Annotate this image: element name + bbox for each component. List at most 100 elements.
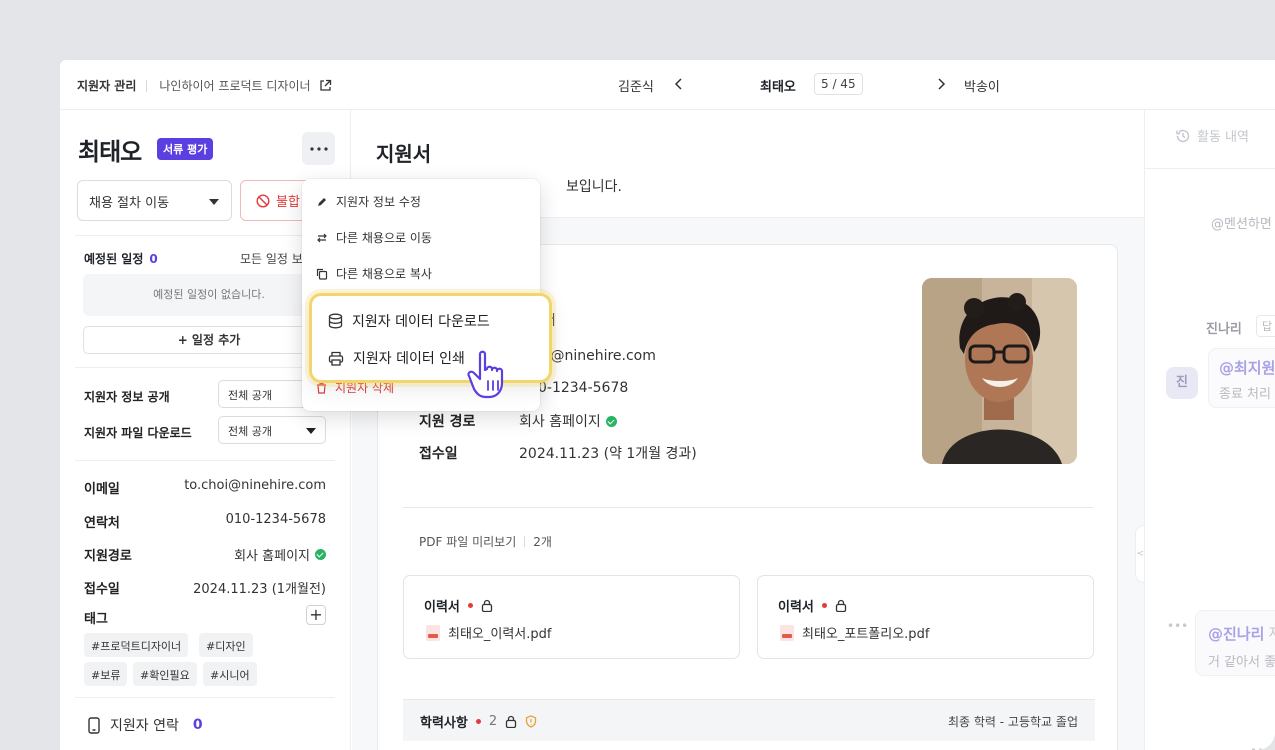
breadcrumb-separator bbox=[146, 79, 148, 92]
hand-pointer-icon bbox=[467, 350, 504, 399]
next-applicant-name[interactable]: 박송이 bbox=[964, 76, 1000, 95]
education-title-text: 학력사항 bbox=[420, 716, 468, 731]
required-dot bbox=[475, 719, 481, 724]
received-date-text: 2024.11.23 (1개월전) bbox=[193, 582, 326, 597]
comment-text: 거 같아서 좋 bbox=[1208, 655, 1275, 670]
verified-check-icon bbox=[605, 415, 617, 427]
activity-tab[interactable]: 활동 내역 bbox=[1175, 126, 1249, 145]
tag[interactable]: #디자인 bbox=[199, 633, 253, 657]
avatar: 진 bbox=[1166, 367, 1198, 399]
screenshot-frame: 지원자 관리 나인하이어 프로덕트 디자이너 김준식 최태오 5 / 45 박송… bbox=[0, 0, 1275, 750]
tag[interactable]: #시니어 bbox=[203, 662, 257, 686]
add-schedule-button[interactable]: + 일정 추가 bbox=[83, 326, 335, 354]
menu-item-label: 다른 채용으로 이동 bbox=[336, 231, 432, 245]
database-icon bbox=[328, 313, 343, 329]
education-title: 학력사항 2 bbox=[420, 712, 537, 731]
email-label: 이메일 bbox=[84, 482, 120, 497]
source-label: 지원경로 bbox=[84, 549, 132, 564]
reply-badge[interactable]: 답 bbox=[1256, 315, 1275, 337]
external-link-icon[interactable] bbox=[319, 79, 332, 92]
divider bbox=[75, 367, 335, 368]
shield-warning-icon bbox=[525, 715, 537, 728]
pdf-preview-header: PDF 파일 미리보기 2개 bbox=[419, 533, 552, 550]
top-bar: 지원자 관리 나인하이어 프로덕트 디자이너 김준식 최태오 5 / 45 박송… bbox=[60, 60, 1275, 110]
phone-label: 연락처 bbox=[84, 516, 120, 531]
menu-item-label: 다른 채용으로 복사 bbox=[336, 267, 432, 281]
activity-title: 활동 내역 bbox=[1197, 130, 1249, 145]
schedule-title-text: 예정된 일정 bbox=[84, 252, 144, 266]
pdf-file-card[interactable]: 이력서 최태오_포트폴리오.pdf bbox=[757, 575, 1094, 659]
more-horizontal-icon[interactable]: ••• bbox=[1250, 744, 1271, 750]
menu-item-print-data[interactable]: 지원자 데이터 인쇄 bbox=[328, 348, 465, 368]
pdf-card-title: 이력서 bbox=[424, 596, 493, 615]
email-value: to.choi@ninehire.com bbox=[184, 478, 326, 493]
move-stage-label: 채용 절차 이동 bbox=[89, 196, 170, 211]
profile-date-value: 2024.11.23 (약 1개월 경과) bbox=[519, 446, 697, 462]
info-visibility-label: 지원자 정보 공개 bbox=[84, 390, 170, 404]
pdf-file-icon bbox=[780, 624, 794, 641]
menu-item-label: 지원자 데이터 다운로드 bbox=[352, 314, 490, 330]
schedule-empty-state: 예정된 일정이 없습니다. bbox=[83, 274, 335, 316]
chevron-right-icon[interactable] bbox=[934, 77, 948, 91]
lock-icon bbox=[505, 715, 517, 728]
pencil-icon bbox=[318, 197, 326, 206]
contact-applicant-row[interactable]: 지원자 연락 0 bbox=[88, 715, 203, 735]
phone-text: 010-1234-5678 bbox=[225, 512, 326, 527]
chevron-left-icon[interactable] bbox=[672, 77, 686, 91]
received-date-value: 2024.11.23 (1개월전) bbox=[193, 578, 326, 597]
pdf-file-card[interactable]: 이력서 최태오_이력서.pdf bbox=[403, 575, 740, 659]
separator bbox=[524, 536, 526, 547]
swap-icon bbox=[317, 233, 327, 242]
tag[interactable]: #프로덕트디자이너 bbox=[84, 633, 189, 657]
menu-item-edit[interactable]: 지원자 정보 수정 bbox=[316, 193, 421, 210]
education-section-header[interactable]: 학력사항 2 최종 학력 - 고등학교 졸업 bbox=[403, 699, 1095, 741]
tag[interactable]: #확인필요 bbox=[133, 662, 197, 686]
profile-phone-value: 0-1234-5678 bbox=[538, 380, 629, 396]
trash-icon bbox=[317, 382, 326, 394]
stage-badge: 서류 평가 bbox=[157, 138, 214, 160]
prev-applicant-name[interactable]: 김준식 bbox=[618, 76, 654, 95]
profile-date-label: 접수일 bbox=[419, 446, 458, 462]
education-summary: 최종 학력 - 고등학교 졸업 bbox=[948, 715, 1078, 729]
verified-check-icon bbox=[315, 549, 326, 560]
history-icon bbox=[1176, 129, 1190, 142]
profile-source-text: 회사 홈페이지 bbox=[519, 414, 601, 430]
schedule-title: 예정된 일정 0 bbox=[84, 250, 158, 267]
menu-item-download-data[interactable]: 지원자 데이터 다운로드 bbox=[328, 311, 490, 331]
profile-source-label: 지원 경로 bbox=[419, 414, 476, 430]
comment-bubble: @진나리 지 거 같아서 좋 bbox=[1195, 610, 1275, 676]
tag[interactable]: #보류 bbox=[84, 662, 128, 686]
more-horizontal-icon bbox=[309, 146, 328, 151]
profile-source-value: 회사 홈페이지 bbox=[519, 411, 617, 431]
pdf-file-name[interactable]: 최태오_이력서.pdf bbox=[426, 623, 551, 642]
move-stage-select[interactable]: 채용 절차 이동 bbox=[77, 180, 232, 221]
breadcrumb-job[interactable]: 나인하이어 프로덕트 디자이너 bbox=[159, 77, 310, 94]
application-title: 지원서 bbox=[376, 142, 432, 166]
profile-email-value: oi@ninehire.com bbox=[538, 348, 656, 364]
pdf-count: 2개 bbox=[533, 535, 552, 549]
comment-mention-row: @진나리 지 bbox=[1208, 623, 1275, 644]
menu-item-copy[interactable]: 다른 채용으로 복사 bbox=[316, 265, 432, 282]
add-tag-button[interactable]: + bbox=[306, 605, 326, 625]
all-schedules-link[interactable]: 모든 일정 보 bbox=[240, 250, 303, 267]
caret-down-icon bbox=[209, 199, 219, 205]
activity-panel: 활동 내역 탭 @멘션하면 진 진나리 답 @최지원 종료 처리 ••• •••… bbox=[1144, 110, 1275, 750]
pdf-file-icon bbox=[426, 624, 440, 641]
current-applicant-name: 최태오 bbox=[760, 80, 796, 95]
pdf-filename-text: 최태오_포트폴리오.pdf bbox=[802, 627, 930, 642]
menu-item-move[interactable]: 다른 채용으로 이동 bbox=[316, 229, 432, 246]
more-options-button[interactable] bbox=[302, 132, 335, 165]
file-download-value: 전체 공개 bbox=[228, 425, 272, 438]
file-download-select[interactable]: 전체 공개 bbox=[218, 416, 326, 444]
info-visibility-value: 전체 공개 bbox=[228, 389, 272, 402]
received-date-label: 접수일 bbox=[84, 582, 120, 597]
contact-count: 0 bbox=[192, 717, 203, 733]
breadcrumb: 지원자 관리 나인하이어 프로덕트 디자이너 bbox=[77, 77, 332, 94]
contact-label: 지원자 연락 bbox=[110, 718, 179, 734]
comment-author: 진나리 bbox=[1206, 322, 1242, 337]
applicant-position-counter: 5 / 45 bbox=[814, 73, 863, 95]
pdf-file-name[interactable]: 최태오_포트폴리오.pdf bbox=[780, 623, 929, 642]
app-window: 지원자 관리 나인하이어 프로덕트 디자이너 김준식 최태오 5 / 45 박송… bbox=[60, 60, 1275, 750]
breadcrumb-root[interactable]: 지원자 관리 bbox=[77, 77, 136, 94]
more-horizontal-icon[interactable]: ••• bbox=[1167, 619, 1188, 633]
